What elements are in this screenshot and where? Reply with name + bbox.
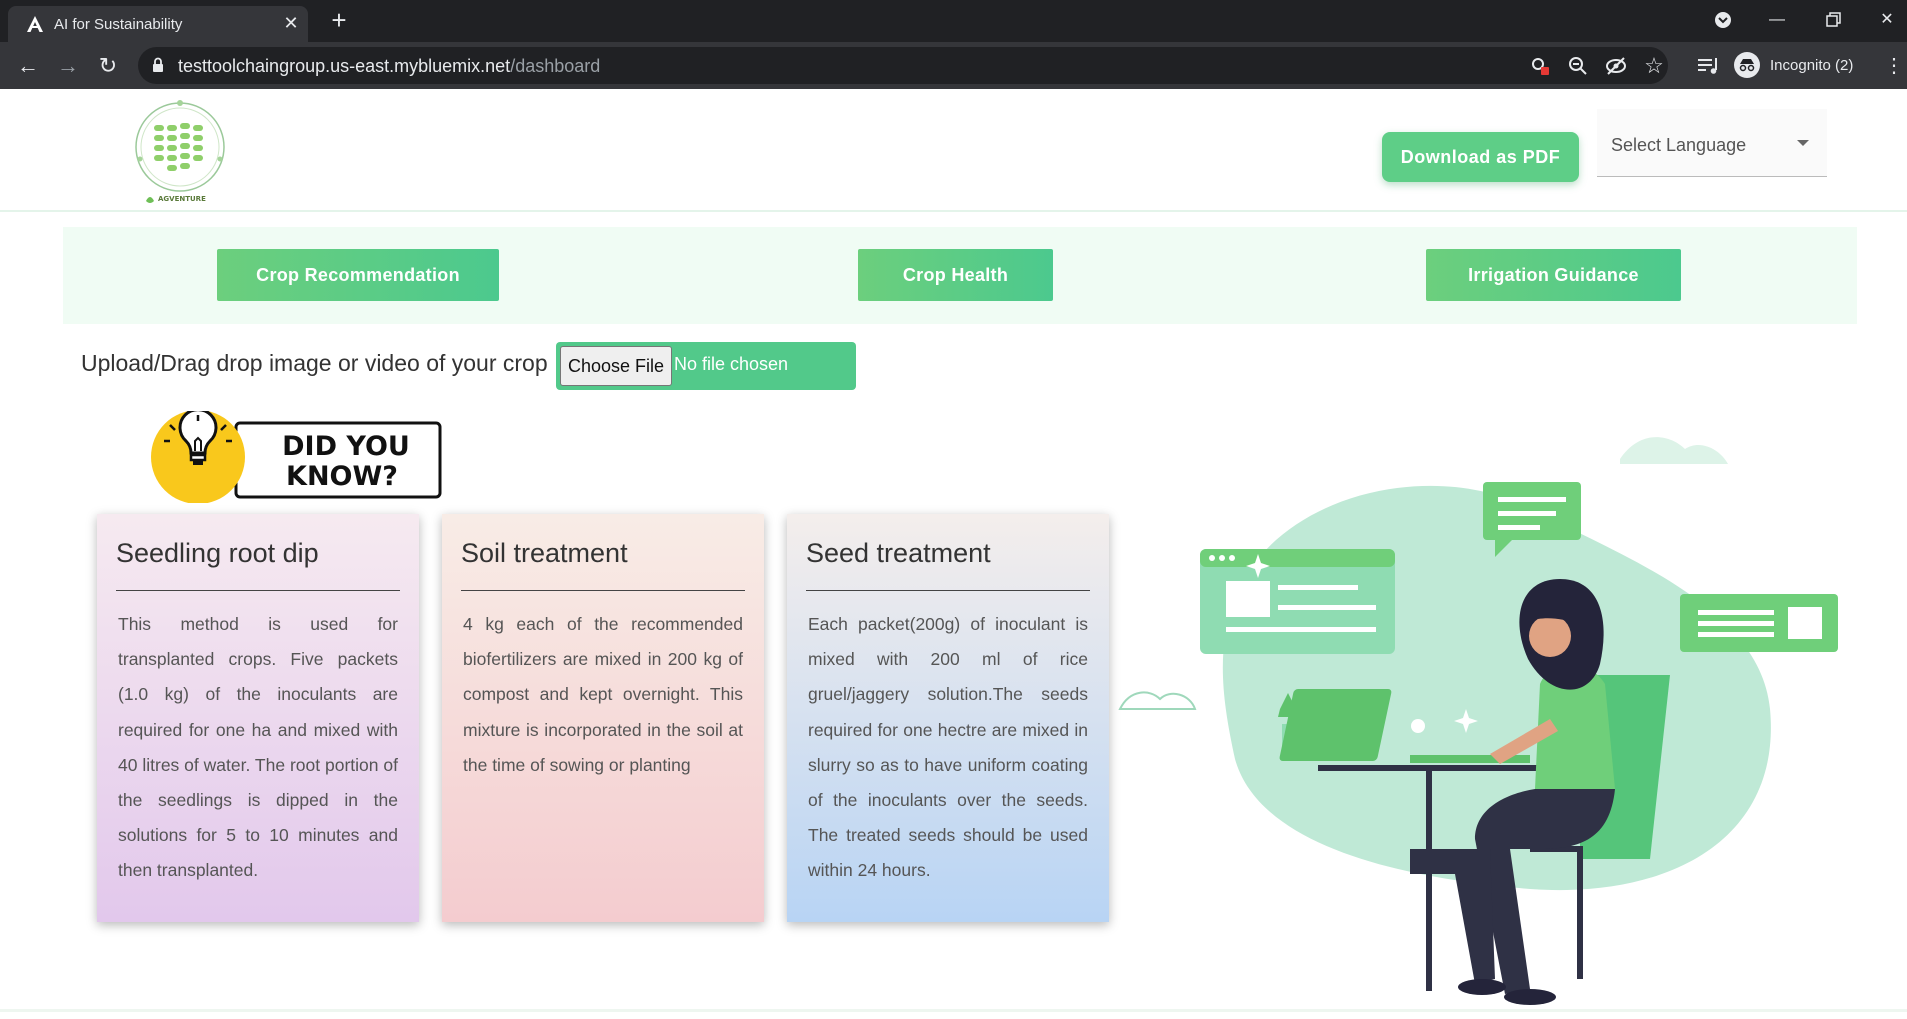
incognito-profile-button[interactable]: Incognito (2) bbox=[1730, 48, 1863, 82]
card-divider bbox=[461, 590, 745, 591]
incognito-icon bbox=[1734, 52, 1760, 78]
upload-label: Upload/Drag drop image or video of your … bbox=[81, 350, 548, 376]
browser-tab[interactable]: AI for Sustainability ✕ bbox=[8, 6, 308, 42]
tracking-protection-icon[interactable] bbox=[1604, 54, 1628, 78]
crop-recommendation-button[interactable]: Crop Recommendation bbox=[217, 249, 499, 301]
agventure-logo[interactable]: AGVENTURE bbox=[132, 97, 228, 205]
feature-nav: Crop Recommendation Crop Health Irrigati… bbox=[63, 227, 1857, 324]
card-text: 4 kg each of the recommended biofertiliz… bbox=[463, 614, 743, 775]
did-you-know-line2: KNOW? bbox=[286, 461, 398, 492]
address-bar[interactable]: testtoolchaingroup.us-east.mybluemix.net… bbox=[138, 47, 1668, 84]
url-path: /dashboard bbox=[510, 56, 601, 76]
logo-text: AGVENTURE bbox=[158, 195, 206, 203]
new-tab-icon[interactable]: + bbox=[326, 7, 352, 34]
crop-health-button[interactable]: Crop Health bbox=[858, 249, 1053, 301]
language-select[interactable]: Select Language bbox=[1597, 109, 1827, 177]
download-pdf-button[interactable]: Download as PDF bbox=[1382, 132, 1579, 182]
card-text: This method is used for transplanted cro… bbox=[118, 614, 398, 881]
incognito-label: Incognito (2) bbox=[1770, 56, 1854, 74]
file-upload-input[interactable]: Choose File No file chosen bbox=[556, 342, 856, 390]
info-card-seedling-root-dip: Seedling root dip This method is used fo… bbox=[97, 514, 419, 922]
bookmark-star-icon[interactable]: ☆ bbox=[1642, 54, 1666, 78]
card-title: Seed treatment bbox=[806, 538, 991, 568]
choose-file-button[interactable]: Choose File bbox=[560, 346, 672, 386]
caret-down-icon bbox=[1797, 140, 1809, 146]
blocked-content-icon[interactable] bbox=[1528, 54, 1552, 78]
card-title: Soil treatment bbox=[461, 538, 628, 568]
close-tab-icon[interactable]: ✕ bbox=[280, 12, 302, 34]
url-host: testtoolchaingroup.us-east.mybluemix.net bbox=[178, 56, 511, 76]
info-card-soil-treatment: Soil treatment 4 kg each of the recommen… bbox=[442, 514, 764, 922]
browser-toolbar: ← → ↻ testtoolchaingroup.us-east.mybluem… bbox=[0, 42, 1907, 89]
minimize-icon[interactable]: — bbox=[1762, 8, 1792, 32]
language-select-label: Select Language bbox=[1611, 135, 1747, 155]
card-divider bbox=[806, 590, 1090, 591]
lock-icon bbox=[153, 57, 163, 72]
url-text: testtoolchaingroup.us-east.mybluemix.net… bbox=[178, 56, 600, 77]
card-title: Seedling root dip bbox=[116, 538, 319, 568]
reading-list-icon[interactable] bbox=[1696, 50, 1720, 82]
tab-search-icon[interactable] bbox=[1708, 8, 1738, 32]
woman-with-laptop-illustration bbox=[1118, 437, 1838, 1005]
card-divider bbox=[116, 590, 400, 591]
page: AGVENTURE Download as PDF Select Languag… bbox=[0, 89, 1907, 1012]
close-window-icon[interactable]: ✕ bbox=[1872, 8, 1902, 32]
back-icon[interactable]: ← bbox=[14, 52, 42, 80]
browser-chrome: AI for Sustainability ✕ + — ✕ ← → ↻ test… bbox=[0, 0, 1907, 89]
no-file-text: No file chosen bbox=[674, 354, 789, 374]
forward-icon[interactable]: → bbox=[54, 52, 82, 80]
restore-icon[interactable] bbox=[1818, 8, 1848, 32]
angular-logo-icon bbox=[27, 16, 43, 32]
zoom-out-icon[interactable] bbox=[1566, 54, 1590, 78]
irrigation-guidance-button[interactable]: Irrigation Guidance bbox=[1426, 249, 1681, 301]
did-you-know-line1: DID YOU bbox=[282, 431, 410, 462]
site-header: AGVENTURE Download as PDF Select Languag… bbox=[0, 89, 1907, 212]
more-menu-icon[interactable]: ⋮ bbox=[1884, 52, 1904, 80]
reload-icon[interactable]: ↻ bbox=[94, 52, 122, 80]
info-card-seed-treatment: Seed treatment Each packet(200g) of inoc… bbox=[787, 514, 1109, 922]
did-you-know-badge: DID YOU KNOW? bbox=[151, 411, 442, 503]
tab-strip: AI for Sustainability ✕ + — ✕ bbox=[0, 0, 1907, 42]
card-text: Each packet(200g) of inoculant is mixed … bbox=[808, 614, 1088, 881]
tab-title: AI for Sustainability bbox=[54, 16, 183, 33]
